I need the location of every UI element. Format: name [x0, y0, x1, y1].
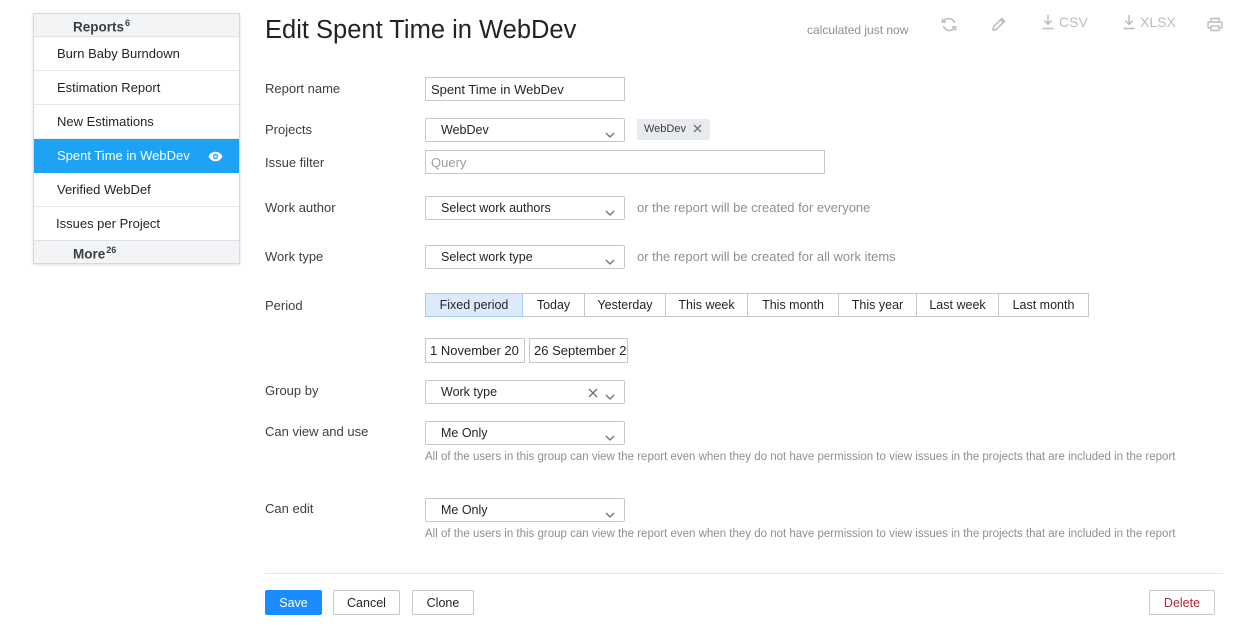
issue-filter-input[interactable]: Query: [425, 150, 825, 174]
work-type-hint: or the report will be created for all wo…: [637, 249, 896, 264]
sidebar-item-label: New Estimations: [57, 114, 154, 129]
projects-select[interactable]: WebDev: [425, 118, 625, 142]
period-from-date-input[interactable]: 1 November 20: [425, 338, 525, 363]
group-by-label: Group by: [265, 383, 319, 398]
can-view-label: Can view and use: [265, 424, 369, 439]
chevron-down-icon: [605, 507, 615, 521]
projects-select-value: WebDev: [441, 123, 489, 137]
period-segmented-control: Fixed period Today Yesterday This week T…: [425, 293, 1089, 317]
work-type-label: Work type: [265, 249, 324, 264]
download-xlsx-button[interactable]: XLSX: [1122, 14, 1176, 30]
sidebar-more[interactable]: More26: [34, 240, 239, 263]
can-edit-label: Can edit: [265, 501, 314, 516]
pencil-icon[interactable]: [990, 16, 1007, 33]
issue-filter-label: Issue filter: [265, 155, 325, 170]
work-author-select-value: Select work authors: [441, 201, 551, 215]
page-title: Edit Spent Time in WebDev: [265, 16, 577, 44]
chevron-down-icon: [605, 205, 615, 219]
period-option-today[interactable]: Today: [522, 293, 585, 317]
can-view-select-value: Me Only: [441, 426, 488, 440]
sidebar-item-label: Verified WebDef: [57, 182, 151, 197]
form-divider: [265, 573, 1223, 574]
period-option-this-year[interactable]: This year: [838, 293, 917, 317]
report-name-input[interactable]: Spent Time in WebDev: [425, 77, 625, 101]
sidebar-item-label: Burn Baby Burndown: [57, 46, 180, 61]
period-label: Period: [265, 298, 303, 313]
sidebar-more-label: More26: [73, 245, 117, 262]
chevron-down-icon: [605, 430, 615, 444]
reports-count-badge: 6: [125, 18, 131, 28]
sidebar-item-burn-baby-burndown[interactable]: Burn Baby Burndown: [34, 37, 239, 71]
projects-label: Projects: [265, 122, 312, 137]
cancel-button[interactable]: Cancel: [333, 590, 400, 615]
work-type-select-value: Select work type: [441, 250, 533, 264]
sidebar-item-issues-per-project[interactable]: Issues per Project: [34, 207, 239, 240]
can-edit-select-value: Me Only: [441, 503, 488, 517]
download-icon: [1041, 14, 1055, 30]
clone-button[interactable]: Clone: [412, 590, 474, 615]
sidebar-item-new-estimations[interactable]: New Estimations: [34, 105, 239, 139]
save-button[interactable]: Save: [265, 590, 322, 615]
can-view-note: All of the users in this group can view …: [425, 451, 1176, 463]
csv-label: CSV: [1059, 14, 1088, 30]
period-option-yesterday[interactable]: Yesterday: [584, 293, 666, 317]
sidebar-item-verified-webdef[interactable]: Verified WebDef: [34, 173, 239, 207]
download-csv-button[interactable]: CSV: [1041, 14, 1088, 30]
calculated-status: calculated just now: [807, 23, 909, 37]
can-edit-select[interactable]: Me Only: [425, 498, 625, 522]
report-name-label: Report name: [265, 81, 341, 96]
eye-icon[interactable]: [208, 150, 223, 165]
can-view-select[interactable]: Me Only: [425, 421, 625, 445]
work-author-select[interactable]: Select work authors: [425, 196, 625, 220]
period-to-date-input[interactable]: 26 September 2: [529, 338, 628, 363]
sidebar-item-spent-time-in-webdev[interactable]: Spent Time in WebDev: [34, 139, 239, 173]
delete-button[interactable]: Delete: [1149, 590, 1215, 615]
work-author-label: Work author: [265, 200, 336, 215]
can-edit-note: All of the users in this group can view …: [425, 528, 1176, 540]
project-tag: WebDev: [637, 119, 710, 140]
refresh-icon[interactable]: [941, 17, 957, 32]
sidebar-item-estimation-report[interactable]: Estimation Report: [34, 71, 239, 105]
work-author-hint: or the report will be created for everyo…: [637, 200, 871, 215]
sidebar-item-label: Issues per Project: [56, 216, 161, 231]
period-option-fixed-period[interactable]: Fixed period: [425, 293, 523, 317]
xlsx-label: XLSX: [1140, 14, 1176, 30]
close-icon[interactable]: [693, 124, 702, 136]
reports-sidebar: Reports6 Burn Baby Burndown Estimation R…: [33, 13, 240, 264]
sidebar-item-label: Estimation Report: [57, 80, 161, 95]
group-by-select[interactable]: Work type: [425, 380, 625, 404]
period-option-last-month[interactable]: Last month: [998, 293, 1089, 317]
sidebar-header[interactable]: Reports6: [34, 14, 239, 37]
download-icon: [1122, 14, 1136, 30]
print-icon[interactable]: [1207, 17, 1223, 32]
clear-icon[interactable]: [588, 387, 598, 401]
period-option-last-week[interactable]: Last week: [916, 293, 999, 317]
sidebar-header-label: Reports6: [73, 18, 131, 35]
group-by-select-value: Work type: [441, 385, 498, 399]
sidebar-item-label: Spent Time in WebDev: [57, 148, 190, 163]
period-option-this-week[interactable]: This week: [665, 293, 748, 317]
more-count-badge: 26: [106, 245, 117, 255]
project-tag-label: WebDev: [644, 123, 686, 135]
chevron-down-icon: [605, 389, 615, 403]
period-option-this-month[interactable]: This month: [747, 293, 839, 317]
chevron-down-icon: [605, 254, 615, 268]
work-type-select[interactable]: Select work type: [425, 245, 625, 269]
chevron-down-icon: [605, 127, 615, 141]
